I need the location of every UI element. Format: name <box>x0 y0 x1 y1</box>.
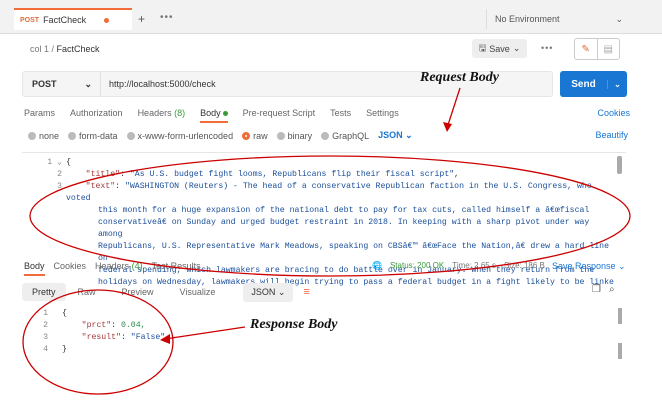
request-body-ellipse <box>29 155 631 277</box>
response-body-arrow <box>164 326 246 340</box>
request-body-arrowhead <box>443 122 452 132</box>
response-body-arrowhead <box>160 334 170 344</box>
request-body-arrow <box>446 87 461 129</box>
annotation-overlay <box>22 87 631 395</box>
request-body-annotation: Request Body <box>420 70 499 85</box>
response-body-ellipse <box>22 289 174 395</box>
response-body-annotation: Response Body <box>250 317 338 332</box>
